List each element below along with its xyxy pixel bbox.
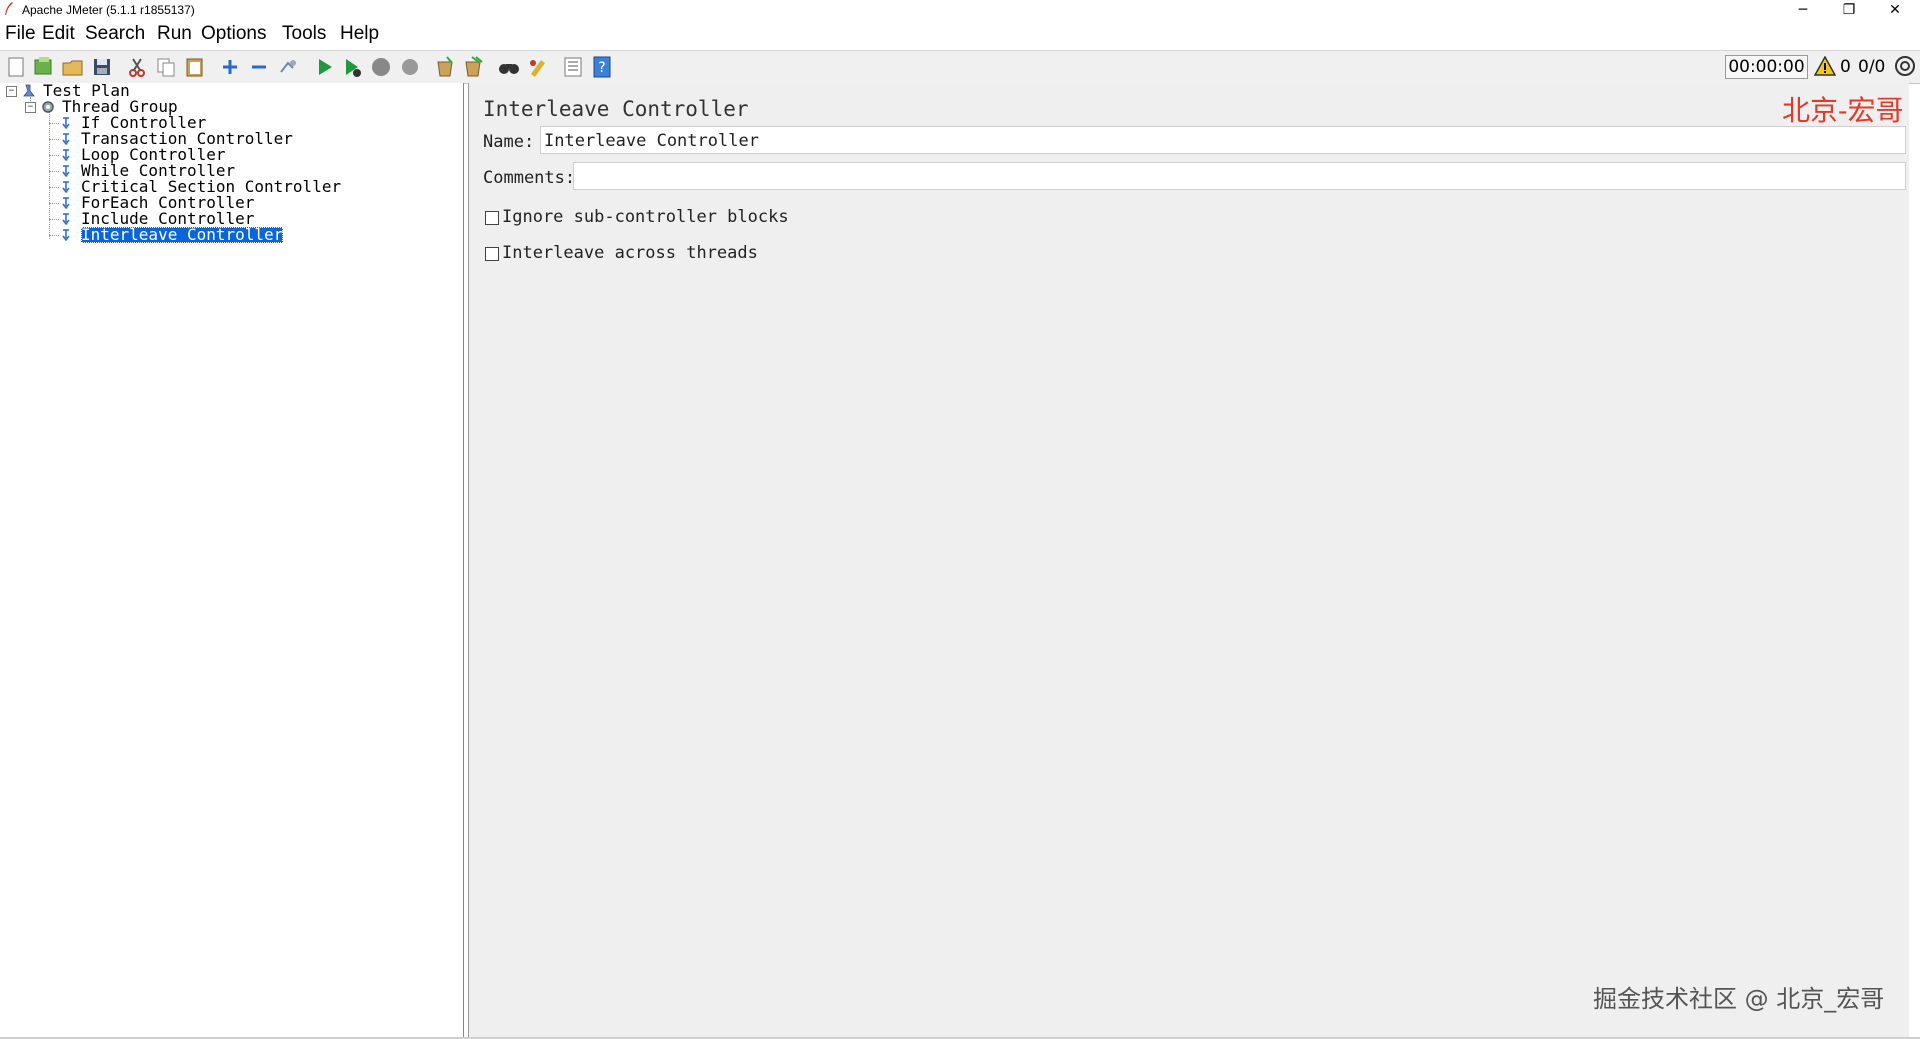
test-plan-tree: − Test Plan − Thread Group If Controller… [0, 83, 464, 1039]
collapse-all-icon[interactable] [246, 54, 272, 80]
active-threads: 0/0 [1858, 57, 1886, 77]
interleave-across-threads-checkbox[interactable] [485, 247, 499, 261]
tree-connector [49, 123, 59, 124]
logic-controller-icon [62, 197, 70, 210]
start-icon[interactable] [311, 54, 337, 80]
ignore-sub-controller-checkbox[interactable] [485, 211, 499, 225]
comments-field[interactable] [573, 162, 1906, 190]
tree-connector [49, 219, 59, 220]
paste-icon[interactable] [182, 54, 208, 80]
logic-controller-icon [62, 133, 70, 146]
menu-search[interactable]: Search [85, 23, 145, 45]
open-icon[interactable] [60, 54, 86, 80]
watermark-top: 北京-宏哥 [1782, 94, 1904, 127]
menu-options[interactable]: Options [201, 23, 266, 45]
logic-controller-icon [62, 149, 70, 162]
toggle-icon[interactable] [275, 54, 301, 80]
gear-icon [42, 101, 54, 113]
clear-all-icon[interactable] [460, 54, 486, 80]
save-icon[interactable] [89, 54, 115, 80]
ignore-sub-controller-label: Ignore sub-controller blocks [502, 207, 789, 227]
name-row: Name: Interleave Controller [483, 125, 1907, 157]
start-no-pauses-icon[interactable] [339, 54, 365, 80]
clear-icon[interactable] [432, 54, 458, 80]
cut-icon[interactable] [124, 54, 150, 80]
tree-connector [49, 203, 59, 204]
reset-search-icon[interactable] [525, 54, 551, 80]
tree-label-selected: Interleave Controller [81, 225, 284, 244]
controller-detail-panel: Interleave Controller 北京-宏哥 Name: Interl… [468, 83, 1909, 1039]
collapse-toggle[interactable]: − [25, 102, 36, 113]
menu-run[interactable]: Run [157, 23, 192, 45]
tree-node-thread-group[interactable]: − Thread Group [0, 99, 460, 115]
comments-row: Comments: [483, 161, 1907, 193]
name-label: Name: [483, 132, 535, 152]
shutdown-icon[interactable] [397, 54, 423, 80]
tree-node-interleave-controller[interactable]: Interleave Controller [0, 227, 460, 243]
tree-connector [49, 139, 59, 140]
function-helper-icon[interactable] [560, 54, 586, 80]
expand-all-icon[interactable] [217, 54, 243, 80]
collapse-toggle[interactable]: − [6, 86, 17, 97]
remote-status-icon[interactable] [1894, 55, 1916, 77]
tree-connector [49, 235, 59, 236]
help-icon[interactable]: ? [589, 54, 615, 80]
menu-edit[interactable]: Edit [42, 23, 75, 45]
title-bar: Apache JMeter (5.1.1 r1855137) ─ ❐ ✕ [0, 0, 1920, 21]
menu-tools[interactable]: Tools [282, 23, 326, 45]
menu-help[interactable]: Help [340, 23, 379, 45]
tree-connector [49, 171, 59, 172]
logic-controller-icon [62, 181, 70, 194]
logic-controller-icon [62, 229, 70, 242]
test-plan-icon [23, 84, 35, 97]
logic-controller-icon [62, 213, 70, 226]
tree-connector [49, 155, 59, 156]
toolbar: ? 00:00:00 0 0/0 [0, 50, 1920, 84]
interleave-across-threads-label: Interleave across threads [502, 243, 758, 263]
warning-count: 0 [1840, 57, 1851, 77]
watermark-bottom: 掘金技术社区 @ 北京_宏哥 [1593, 985, 1885, 1013]
tree-node-transaction-controller[interactable]: Transaction Controller [0, 131, 460, 147]
minimize-button[interactable]: ─ [1780, 0, 1826, 21]
close-button[interactable]: ✕ [1872, 0, 1918, 21]
elapsed-timer: 00:00:00 [1725, 55, 1808, 79]
logic-controller-icon [62, 117, 70, 130]
stop-icon[interactable] [368, 54, 394, 80]
svg-text:?: ? [598, 60, 605, 76]
tree-connector [49, 187, 59, 188]
search-icon[interactable] [496, 54, 522, 80]
restore-button[interactable]: ❐ [1826, 0, 1872, 21]
warning-icon[interactable] [1814, 56, 1836, 76]
new-icon[interactable] [3, 54, 29, 80]
menu-file[interactable]: File [5, 23, 36, 45]
panel-title: Interleave Controller [483, 97, 749, 121]
logic-controller-icon [62, 165, 70, 178]
name-field[interactable]: Interleave Controller [540, 126, 1906, 154]
jmeter-feather-icon [5, 2, 13, 15]
window-title: Apache JMeter (5.1.1 r1855137) [22, 3, 195, 17]
copy-icon[interactable] [153, 54, 179, 80]
templates-icon[interactable] [30, 54, 56, 80]
comments-label: Comments: [483, 168, 576, 188]
